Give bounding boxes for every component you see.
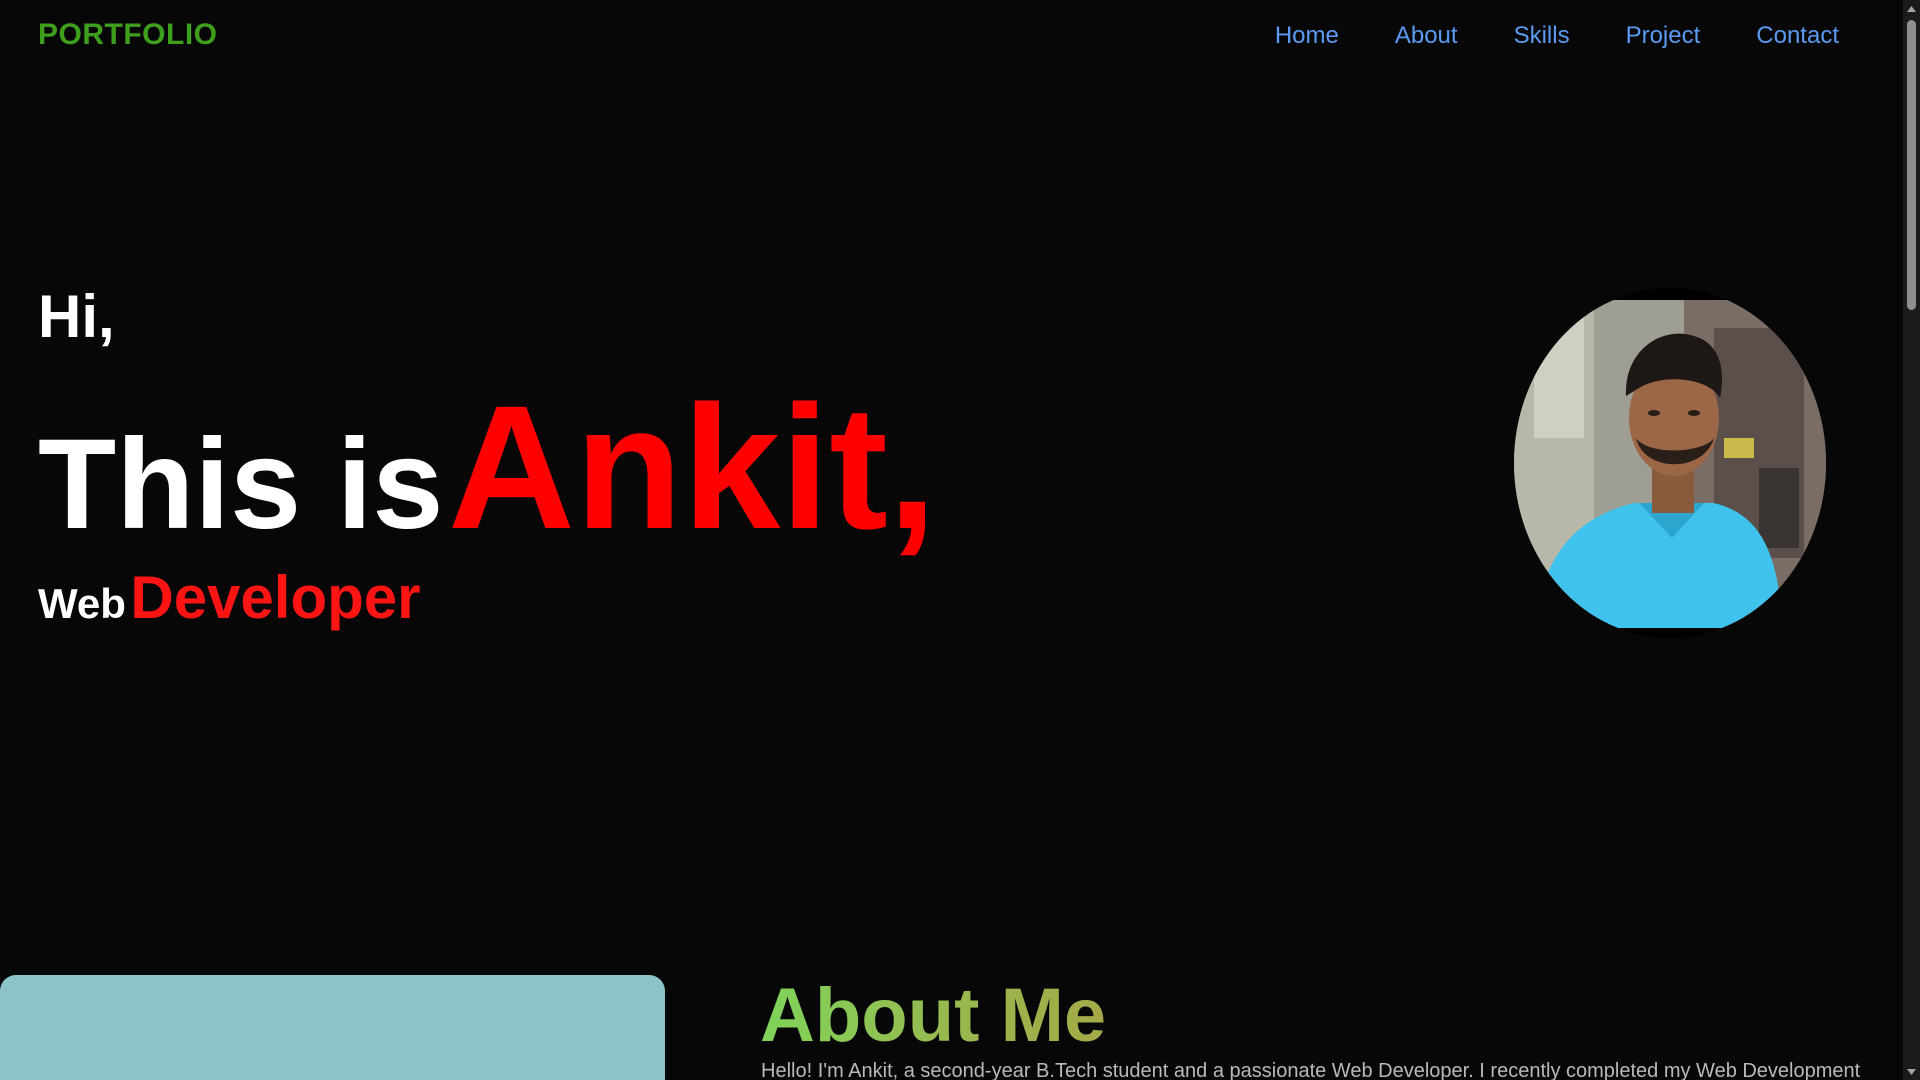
hero-name: Ankit, — [447, 370, 937, 566]
scroll-up-arrow-icon[interactable] — [1903, 0, 1920, 17]
about-description: Hello! I'm Ankit, a second-year B.Tech s… — [761, 1060, 1861, 1080]
nav-skills-link[interactable]: Skills — [1514, 22, 1570, 50]
scrollbar-thumb[interactable] — [1907, 20, 1916, 310]
hero-greeting: Hi, — [38, 283, 115, 350]
nav-home-link[interactable]: Home — [1275, 22, 1339, 50]
page-scrollbar[interactable] — [1903, 0, 1920, 1080]
about-heading: About Me — [760, 973, 1107, 1058]
main-nav: Home About Skills Project Contact — [1219, 22, 1839, 50]
nav-contact-link[interactable]: Contact — [1756, 22, 1839, 50]
nav-about-link[interactable]: About — [1395, 22, 1458, 50]
nav-project-link[interactable]: Project — [1626, 22, 1701, 50]
hero-role: Web Developer — [38, 568, 421, 628]
hero-role-prefix: Web — [38, 580, 126, 627]
brand-logo[interactable]: PORTFOLIO — [38, 18, 218, 52]
profile-photo — [1514, 288, 1826, 638]
hero-role-title: Developer — [130, 564, 421, 631]
portfolio-page: PORTFOLIO Home About Skills Project Cont… — [0, 0, 1920, 1080]
hero-intro: This is Ankit, — [38, 380, 937, 556]
about-image-card — [0, 975, 665, 1080]
scroll-down-arrow-icon[interactable] — [1903, 1063, 1920, 1080]
hero-intro-text: This is — [38, 413, 444, 556]
